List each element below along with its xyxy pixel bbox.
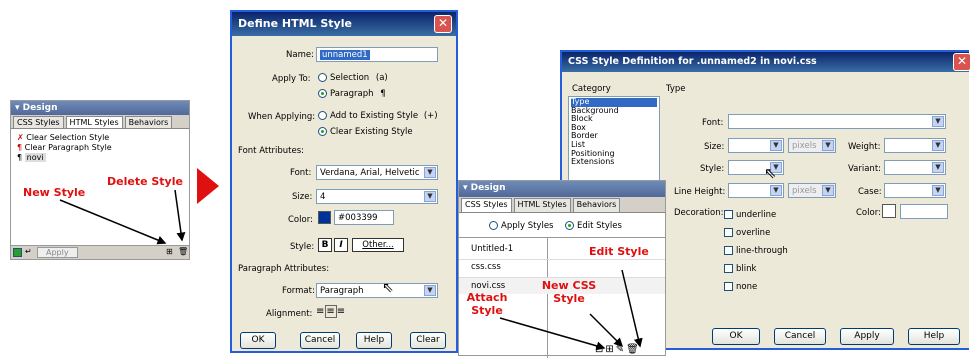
arrow-edit-style <box>621 269 643 348</box>
arrow-attach-style <box>499 317 606 351</box>
arrow-new-css-style <box>589 313 624 348</box>
right-arrows <box>499 269 643 351</box>
